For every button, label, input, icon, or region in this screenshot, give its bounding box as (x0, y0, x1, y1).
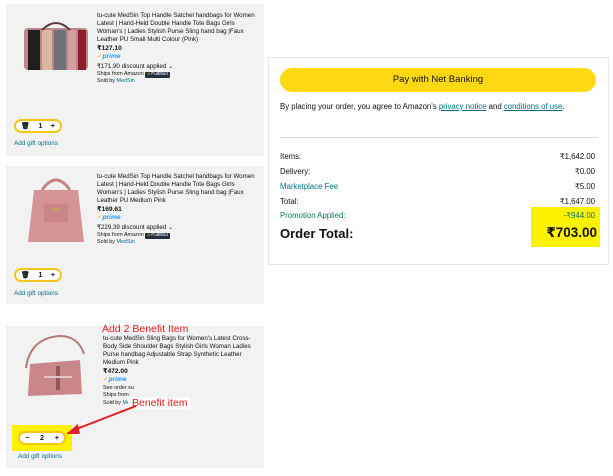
fulfilled-badge: a Fulfilled (145, 71, 170, 78)
order-summary-panel: Pay with Net Banking By placing your ord… (268, 57, 609, 265)
seller-link[interactable]: MedSin (116, 239, 134, 245)
summary-row-marketplace-fee: Marketplace Fee ₹5.00 (280, 182, 595, 191)
fulfilled-badge: a Fulfilled (145, 232, 170, 239)
product-image[interactable] (20, 334, 90, 400)
chevron-down-icon: ⌄ (168, 223, 174, 231)
trash-icon[interactable]: 🗑 (21, 122, 30, 130)
order-total-value: ₹703.00 (546, 225, 597, 240)
decrement-button[interactable]: − (25, 435, 29, 442)
quantity-value: 1 (38, 271, 43, 279)
product-image[interactable] (24, 174, 88, 248)
discount-text[interactable]: See order su (103, 385, 263, 393)
sold-by: Sold by MedSin (97, 239, 135, 246)
quantity-stepper[interactable]: 🗑 1 + (14, 119, 62, 133)
prime-badge: ✓prime (97, 214, 121, 222)
quantity-stepper[interactable]: 🗑 1 + (14, 268, 62, 282)
item-title[interactable]: tu-cute MedSin Top Handle Satchel handba… (97, 12, 259, 44)
discount-text[interactable]: ₹171.90 discount applied ⌄ (97, 63, 259, 71)
summary-row-items: Items: ₹1,642.00 (280, 152, 595, 161)
privacy-notice-link[interactable]: privacy notice (439, 102, 487, 111)
item-info: tu-cute MedSin Top Handle Satchel handba… (97, 173, 259, 247)
trash-icon[interactable]: 🗑 (21, 271, 30, 279)
summary-row-delivery: Delivery: ₹0.00 (280, 167, 595, 176)
ships-from: Ships from Amazon a Fulfilled (97, 70, 170, 78)
summary-row-total: Total: ₹1,647.00 (280, 197, 595, 206)
prime-badge: ✓prime (97, 53, 121, 61)
quantity-value: 2 (40, 434, 44, 442)
marketplace-fee-link[interactable]: Marketplace Fee (280, 182, 338, 191)
item-price: ₹472.00 (103, 368, 128, 376)
sold-by: Sold by MedSin (97, 78, 135, 85)
increment-button[interactable]: + (51, 272, 55, 279)
add-gift-options-link[interactable]: Add gift options (14, 140, 58, 147)
seller-link[interactable]: MedSin (116, 78, 134, 84)
item-price: ₹169.61 (97, 206, 122, 214)
annotation-arrow-icon (66, 405, 137, 434)
annotation-label: Add 2 Benefit Item (102, 323, 189, 335)
divider (280, 137, 598, 138)
quantity-stepper[interactable]: − 2 + (18, 431, 66, 445)
quantity-value: 1 (38, 122, 43, 130)
discount-text[interactable]: ₹229.39 discount applied ⌄ (97, 224, 259, 232)
increment-button[interactable]: + (55, 435, 59, 442)
summary-row-promotion: Promotion Applied: -₹944.00 (280, 211, 595, 220)
add-gift-options-link[interactable]: Add gift options (14, 290, 58, 297)
item-title[interactable]: tu-cute MedSin Sling Bags for Women's La… (103, 334, 263, 367)
item-price: ₹127.10 (97, 45, 122, 53)
chevron-down-icon: ⌄ (168, 62, 174, 70)
add-gift-options-link[interactable]: Add gift options (18, 453, 62, 460)
item-title[interactable]: tu-cute MedSin Top Handle Satchel handba… (97, 173, 259, 205)
product-image[interactable] (20, 18, 92, 82)
ships-from: Ships from Amazon a Fulfilled (97, 231, 170, 239)
increment-button[interactable]: + (51, 123, 55, 130)
pay-with-net-banking-button[interactable]: Pay with Net Banking (280, 68, 596, 92)
prime-badge: ✓prime (103, 376, 127, 384)
cart-item-card: tu-cute MedSin Top Handle Satchel handba… (6, 4, 264, 156)
item-info: tu-cute MedSin Top Handle Satchel handba… (97, 12, 259, 86)
checkout-page: tu-cute MedSin Top Handle Satchel handba… (0, 0, 613, 476)
order-total-label: Order Total: (280, 226, 354, 241)
conditions-of-use-link[interactable]: conditions of use (504, 102, 563, 111)
cart-item-card: tu-cute MedSin Top Handle Satchel handba… (6, 166, 264, 304)
agreement-text: By placing your order, you agree to Amaz… (280, 102, 565, 111)
